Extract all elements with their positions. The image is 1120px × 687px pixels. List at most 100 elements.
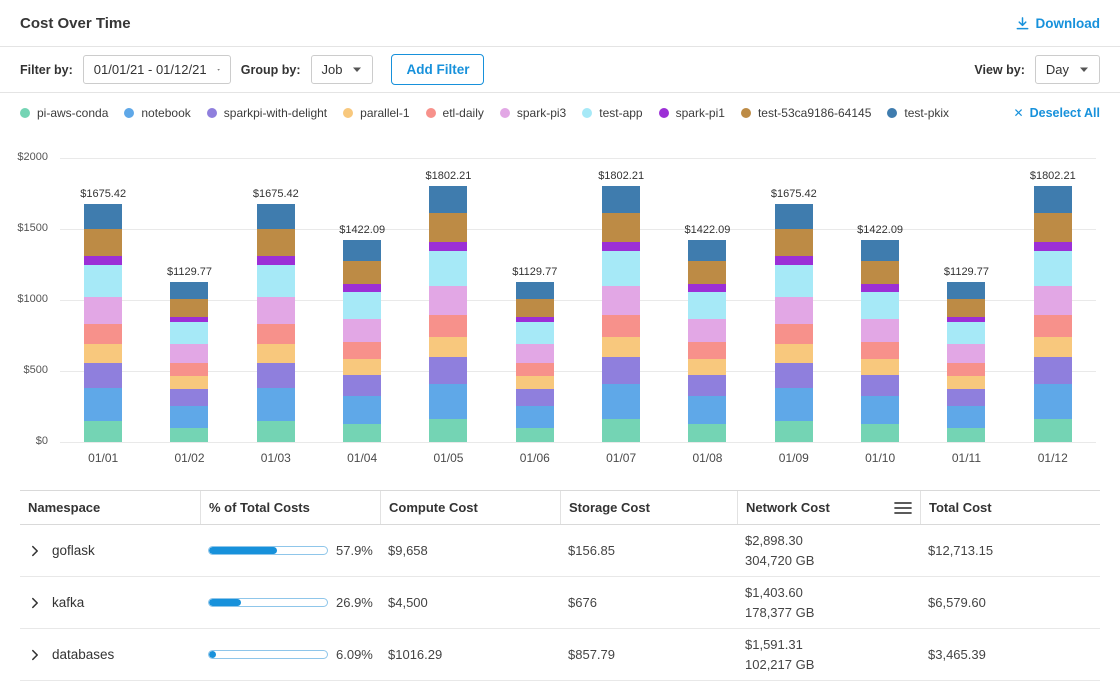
legend-item-test-app[interactable]: test-app <box>582 106 642 120</box>
bar-segment-sparkpi-with-delight[interactable] <box>257 363 295 389</box>
bar-segment-etl-daily[interactable] <box>775 324 813 344</box>
legend-item-spark-pi1[interactable]: spark-pi1 <box>659 106 725 120</box>
bar-segment-parallel-1[interactable] <box>1034 337 1072 357</box>
bar-segment-notebook[interactable] <box>688 396 726 424</box>
bar-segment-parallel-1[interactable] <box>257 344 295 362</box>
bar-segment-spark-pi1[interactable] <box>688 284 726 291</box>
bar-segment-spark-pi1[interactable] <box>257 256 295 265</box>
bar-segment-spark-pi3[interactable] <box>257 297 295 324</box>
bar-segment-test-53ca9186-64145[interactable] <box>775 229 813 256</box>
bar-segment-test-pkix[interactable] <box>84 204 122 229</box>
bar-segment-test-53ca9186-64145[interactable] <box>947 299 985 317</box>
bar-segment-sparkpi-with-delight[interactable] <box>84 363 122 389</box>
bar-segment-test-53ca9186-64145[interactable] <box>1034 213 1072 242</box>
column-header-compute-cost[interactable]: Compute Cost <box>380 491 560 524</box>
bar-segment-test-53ca9186-64145[interactable] <box>602 213 640 242</box>
bar-segment-etl-daily[interactable] <box>257 324 295 344</box>
bar-segment-etl-daily[interactable] <box>170 363 208 376</box>
bar-segment-test-app[interactable] <box>947 322 985 344</box>
column-header-namespace[interactable]: Namespace <box>20 491 200 524</box>
bar-segment-test-53ca9186-64145[interactable] <box>84 229 122 256</box>
bar-segment-pi-aws-conda[interactable] <box>257 421 295 442</box>
bar-segment-etl-daily[interactable] <box>343 342 381 359</box>
bar-segment-spark-pi3[interactable] <box>429 286 467 315</box>
bar-segment-pi-aws-conda[interactable] <box>602 419 640 442</box>
bar-segment-test-app[interactable] <box>861 292 899 320</box>
bar-segment-pi-aws-conda[interactable] <box>343 424 381 442</box>
expand-chevron-icon[interactable] <box>28 648 42 662</box>
bar-segment-parallel-1[interactable] <box>429 337 467 357</box>
bar-segment-sparkpi-with-delight[interactable] <box>1034 357 1072 385</box>
bar-segment-spark-pi3[interactable] <box>861 319 899 342</box>
bar-segment-test-pkix[interactable] <box>688 240 726 261</box>
date-range-select[interactable]: 01/01/21 - 01/12/21 <box>83 55 231 84</box>
bar-segment-spark-pi1[interactable] <box>861 284 899 291</box>
bar-segment-sparkpi-with-delight[interactable] <box>861 375 899 397</box>
bar-segment-sparkpi-with-delight[interactable] <box>602 357 640 385</box>
legend-item-etl-daily[interactable]: etl-daily <box>426 106 484 120</box>
bar-segment-spark-pi1[interactable] <box>602 242 640 251</box>
bar-segment-spark-pi3[interactable] <box>602 286 640 315</box>
bar-segment-spark-pi1[interactable] <box>775 256 813 265</box>
bar-segment-test-pkix[interactable] <box>602 186 640 213</box>
add-filter-button[interactable]: Add Filter <box>391 54 484 85</box>
legend-item-sparkpi-with-delight[interactable]: sparkpi-with-delight <box>207 106 327 120</box>
bar-segment-notebook[interactable] <box>516 406 554 428</box>
bar-segment-etl-daily[interactable] <box>688 342 726 359</box>
bar-segment-notebook[interactable] <box>947 406 985 428</box>
bar-segment-parallel-1[interactable] <box>516 376 554 389</box>
bar-segment-test-pkix[interactable] <box>429 186 467 213</box>
bar-segment-test-app[interactable] <box>516 322 554 344</box>
bar-segment-test-app[interactable] <box>343 292 381 320</box>
bar-segment-notebook[interactable] <box>602 384 640 419</box>
bar-segment-pi-aws-conda[interactable] <box>516 428 554 442</box>
legend-item-pi-aws-conda[interactable]: pi-aws-conda <box>20 106 108 120</box>
bar-segment-etl-daily[interactable] <box>1034 315 1072 336</box>
legend-item-test-53ca9186-64145[interactable]: test-53ca9186-64145 <box>741 106 871 120</box>
bar-segment-test-pkix[interactable] <box>170 282 208 299</box>
bar-segment-notebook[interactable] <box>1034 384 1072 419</box>
bar-segment-spark-pi1[interactable] <box>84 256 122 265</box>
bar-segment-test-app[interactable] <box>257 265 295 298</box>
bar-segment-test-app[interactable] <box>84 265 122 298</box>
bar-segment-etl-daily[interactable] <box>602 315 640 336</box>
bar-segment-test-pkix[interactable] <box>775 204 813 229</box>
bar-segment-pi-aws-conda[interactable] <box>429 419 467 442</box>
bar-segment-parallel-1[interactable] <box>688 359 726 375</box>
bar-segment-sparkpi-with-delight[interactable] <box>516 389 554 406</box>
column-header-storage-cost[interactable]: Storage Cost <box>560 491 737 524</box>
bar-segment-test-53ca9186-64145[interactable] <box>688 261 726 284</box>
bar-segment-spark-pi1[interactable] <box>1034 242 1072 251</box>
bar-segment-pi-aws-conda[interactable] <box>775 421 813 442</box>
bar-segment-notebook[interactable] <box>775 388 813 421</box>
bar-segment-pi-aws-conda[interactable] <box>84 421 122 442</box>
bar-segment-test-pkix[interactable] <box>343 240 381 261</box>
bar-segment-parallel-1[interactable] <box>947 376 985 389</box>
bar-segment-test-app[interactable] <box>602 251 640 286</box>
legend-item-notebook[interactable]: notebook <box>124 106 190 120</box>
bar-segment-notebook[interactable] <box>861 396 899 424</box>
bar-segment-pi-aws-conda[interactable] <box>861 424 899 442</box>
deselect-all-button[interactable]: ✕ Deselect All <box>1014 106 1100 120</box>
bar-segment-test-app[interactable] <box>775 265 813 298</box>
bar-segment-spark-pi1[interactable] <box>343 284 381 291</box>
bar-segment-pi-aws-conda[interactable] <box>688 424 726 442</box>
bar-segment-pi-aws-conda[interactable] <box>170 428 208 442</box>
bar-segment-parallel-1[interactable] <box>84 344 122 362</box>
bar-segment-notebook[interactable] <box>257 388 295 421</box>
bar-segment-notebook[interactable] <box>429 384 467 419</box>
bar-segment-test-pkix[interactable] <box>861 240 899 261</box>
group-by-select[interactable]: Job <box>311 55 374 84</box>
bar-segment-spark-pi3[interactable] <box>1034 286 1072 315</box>
bar-segment-spark-pi3[interactable] <box>343 319 381 342</box>
bar-segment-test-pkix[interactable] <box>257 204 295 229</box>
bar-segment-test-app[interactable] <box>170 322 208 344</box>
bar-segment-spark-pi1[interactable] <box>429 242 467 251</box>
bar-segment-notebook[interactable] <box>170 406 208 428</box>
legend-item-spark-pi3[interactable]: spark-pi3 <box>500 106 566 120</box>
bar-segment-test-53ca9186-64145[interactable] <box>170 299 208 317</box>
bar-segment-sparkpi-with-delight[interactable] <box>775 363 813 389</box>
bar-segment-test-app[interactable] <box>1034 251 1072 286</box>
bar-segment-pi-aws-conda[interactable] <box>1034 419 1072 442</box>
bar-segment-spark-pi3[interactable] <box>516 344 554 362</box>
